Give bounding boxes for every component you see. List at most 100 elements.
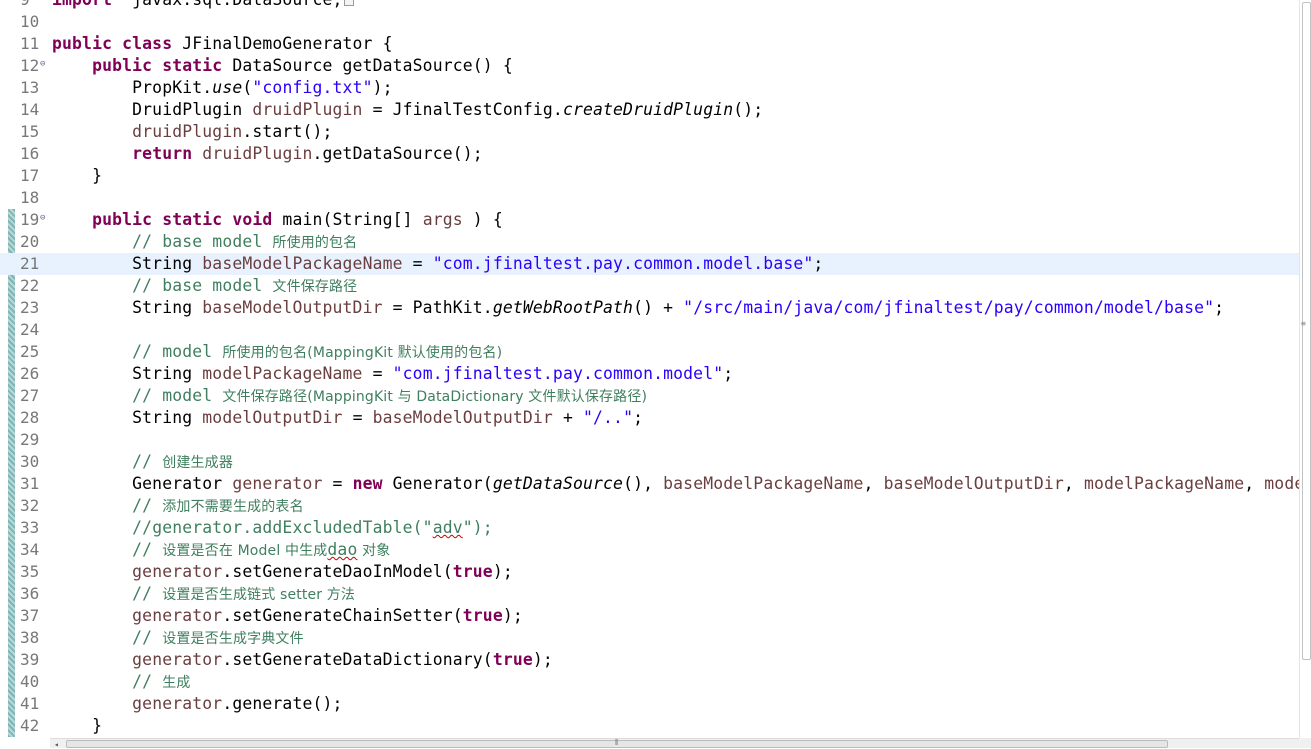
code-token: String bbox=[52, 298, 203, 317]
code-line[interactable]: 40 // 生成 bbox=[0, 671, 1299, 693]
code-line[interactable]: 24 bbox=[0, 319, 1299, 341]
folded-code-marker-icon[interactable] bbox=[343, 0, 354, 6]
code-line[interactable]: 29 bbox=[0, 429, 1299, 451]
line-number: 19 bbox=[20, 210, 40, 229]
code-line[interactable]: 16 return druidPlugin.getDataSource(); bbox=[0, 143, 1299, 165]
code-text[interactable]: String baseModelPackageName = "com.jfina… bbox=[52, 253, 823, 275]
code-text[interactable]: String modelPackageName = "com.jfinaltes… bbox=[52, 363, 733, 385]
scroll-grip-icon: ≡ bbox=[1301, 319, 1306, 328]
code-line[interactable]: 25 // model 所使用的包名(MappingKit 默认使用的包名) bbox=[0, 341, 1299, 363]
code-line[interactable]: 37 generator.setGenerateChainSetter(true… bbox=[0, 605, 1299, 627]
code-text[interactable]: // 设置是否在 Model 中生成dao 对象 bbox=[52, 539, 390, 562]
code-line[interactable]: 33 //generator.addExcludedTable("adv"); bbox=[0, 517, 1299, 539]
code-token: ; bbox=[633, 408, 644, 427]
line-number: 20 bbox=[20, 232, 40, 251]
collapse-fold-icon[interactable]: ⊖ bbox=[40, 214, 45, 223]
code-text[interactable]: DruidPlugin druidPlugin = JfinalTestConf… bbox=[52, 99, 763, 121]
code-text[interactable]: // model 文件保存路径(MappingKit 与 DataDiction… bbox=[52, 385, 647, 408]
code-token: generator bbox=[132, 694, 223, 713]
code-line[interactable]: 27 // model 文件保存路径(MappingKit 与 DataDict… bbox=[0, 385, 1299, 407]
code-line[interactable]: 39 generator.setGenerateDataDictionary(t… bbox=[0, 649, 1299, 671]
code-text[interactable]: PropKit.use("config.txt"); bbox=[52, 77, 393, 99]
code-token: PropKit. bbox=[52, 78, 213, 97]
code-text[interactable]: // 生成 bbox=[52, 671, 191, 694]
code-text[interactable]: // 创建生成器 bbox=[52, 451, 233, 474]
code-text[interactable]: String modelOutputDir = baseModelOutputD… bbox=[52, 407, 643, 429]
code-line[interactable]: 11 public class JFinalDemoGenerator { bbox=[0, 33, 1299, 55]
code-line[interactable]: 9 ⊕ import javax.sql.DataSource; bbox=[0, 0, 1299, 11]
expand-fold-icon[interactable]: ⊕ bbox=[40, 0, 45, 3]
code-line[interactable]: 23 String baseModelOutputDir = PathKit.g… bbox=[0, 297, 1299, 319]
code-text[interactable]: import javax.sql.DataSource; bbox=[52, 0, 354, 11]
code-text[interactable]: // model 所使用的包名(MappingKit 默认使用的包名) bbox=[52, 341, 502, 364]
code-text[interactable]: } bbox=[52, 165, 102, 187]
code-text[interactable]: } bbox=[52, 715, 102, 737]
code-text[interactable]: druidPlugin.start(); bbox=[52, 121, 333, 143]
code-line[interactable]: 34 // 设置是否在 Model 中生成dao 对象 bbox=[0, 539, 1299, 561]
code-line[interactable]: 18 bbox=[0, 187, 1299, 209]
code-text[interactable]: // 设置是否生成字典文件 bbox=[52, 627, 304, 650]
code-line[interactable]: 20 // base model 所使用的包名 bbox=[0, 231, 1299, 253]
code-token: // bbox=[132, 584, 163, 603]
line-number: 25 bbox=[20, 342, 40, 361]
code-text[interactable]: generator.setGenerateChainSetter(true); bbox=[52, 605, 523, 627]
code-text[interactable]: //generator.addExcludedTable("adv"); bbox=[52, 517, 493, 539]
collapse-fold-icon[interactable]: ⊖ bbox=[40, 60, 45, 69]
horizontal-scrollbar[interactable]: ◂ ⦀ bbox=[50, 738, 1299, 749]
code-text[interactable]: public static void main(String[] args ) … bbox=[52, 209, 503, 231]
code-token: 所使用的包名(MappingKit 默认使用的包名) bbox=[222, 345, 503, 361]
code-text[interactable]: generator.setGenerateDataDictionary(true… bbox=[52, 649, 553, 671]
line-number: 32 bbox=[20, 496, 40, 515]
code-token: true bbox=[452, 562, 493, 581]
code-token: ( bbox=[242, 78, 253, 97]
code-text[interactable]: // base model 文件保存路径 bbox=[52, 275, 357, 298]
code-line[interactable]: 19 ⊖ public static void main(String[] arg… bbox=[0, 209, 1299, 231]
code-line[interactable]: 42 } bbox=[0, 715, 1299, 737]
code-text[interactable]: String baseModelOutputDir = PathKit.getW… bbox=[52, 297, 1224, 319]
code-token: ); bbox=[532, 650, 553, 669]
vertical-scrollbar[interactable]: ≡ bbox=[1299, 0, 1311, 738]
code-line[interactable]: 12 ⊖ public static DataSource getDataSour… bbox=[0, 55, 1299, 77]
code-editor[interactable]: 9 ⊕ import javax.sql.DataSource; 10 11 public… bbox=[0, 0, 1299, 738]
code-line[interactable]: 41 generator.generate(); bbox=[0, 693, 1299, 715]
code-line[interactable]: 31 Generator generator = new Generator(g… bbox=[0, 473, 1299, 495]
code-token: baseModelPackageName bbox=[663, 474, 864, 493]
line-number: 33 bbox=[20, 518, 40, 537]
code-text[interactable]: public static DataSource getDataSource()… bbox=[52, 55, 513, 77]
code-line[interactable]: 10 bbox=[0, 11, 1299, 33]
code-token: getWebRootPath bbox=[492, 298, 634, 317]
code-line[interactable]: 17 } bbox=[0, 165, 1299, 187]
code-line[interactable]: 13 PropKit.use("config.txt"); bbox=[0, 77, 1299, 99]
code-line[interactable]: 35 generator.setGenerateDaoInModel(true)… bbox=[0, 561, 1299, 583]
code-token: = JfinalTestConfig. bbox=[362, 100, 563, 119]
code-text[interactable]: return druidPlugin.getDataSource(); bbox=[52, 143, 483, 165]
code-line[interactable]: 14 DruidPlugin druidPlugin = JfinalTestC… bbox=[0, 99, 1299, 121]
code-text[interactable]: // 设置是否生成链式 setter 方法 bbox=[52, 583, 355, 606]
code-line[interactable]: 28 String modelOutputDir = baseModelOutp… bbox=[0, 407, 1299, 429]
line-number: 13 bbox=[20, 78, 40, 97]
code-token: .setGenerateDataDictionary( bbox=[222, 650, 493, 669]
code-text[interactable]: // base model 所使用的包名 bbox=[52, 231, 357, 254]
code-text[interactable]: generator.setGenerateDaoInModel(true); bbox=[52, 561, 513, 583]
vertical-scrollbar-thumb[interactable] bbox=[1302, 2, 1311, 660]
code-line[interactable]: 26 String modelPackageName = "com.jfinal… bbox=[0, 363, 1299, 385]
code-text[interactable]: public class JFinalDemoGenerator { bbox=[52, 33, 393, 55]
code-line[interactable]: 38 // 设置是否生成字典文件 bbox=[0, 627, 1299, 649]
code-token: "); bbox=[462, 518, 493, 537]
code-text[interactable]: generator.generate(); bbox=[52, 693, 343, 715]
code-line[interactable]: 36 // 设置是否生成链式 setter 方法 bbox=[0, 583, 1299, 605]
code-text[interactable]: // 添加不需要生成的表名 bbox=[52, 495, 304, 518]
code-line[interactable]: 22 // base model 文件保存路径 bbox=[0, 275, 1299, 297]
code-line[interactable]: 21 String baseModelPackageName = "com.jf… bbox=[0, 253, 1299, 275]
code-token: generator bbox=[232, 474, 323, 493]
code-text[interactable]: Generator generator = new Generator(getD… bbox=[52, 473, 1299, 495]
code-token: druidPlugin bbox=[252, 100, 363, 119]
line-number: 14 bbox=[20, 100, 40, 119]
code-line[interactable]: 32 // 添加不需要生成的表名 bbox=[0, 495, 1299, 517]
code-line[interactable]: 30 // 创建生成器 bbox=[0, 451, 1299, 473]
code-line[interactable]: 15 druidPlugin.start(); bbox=[0, 121, 1299, 143]
code-token: generator bbox=[132, 650, 223, 669]
